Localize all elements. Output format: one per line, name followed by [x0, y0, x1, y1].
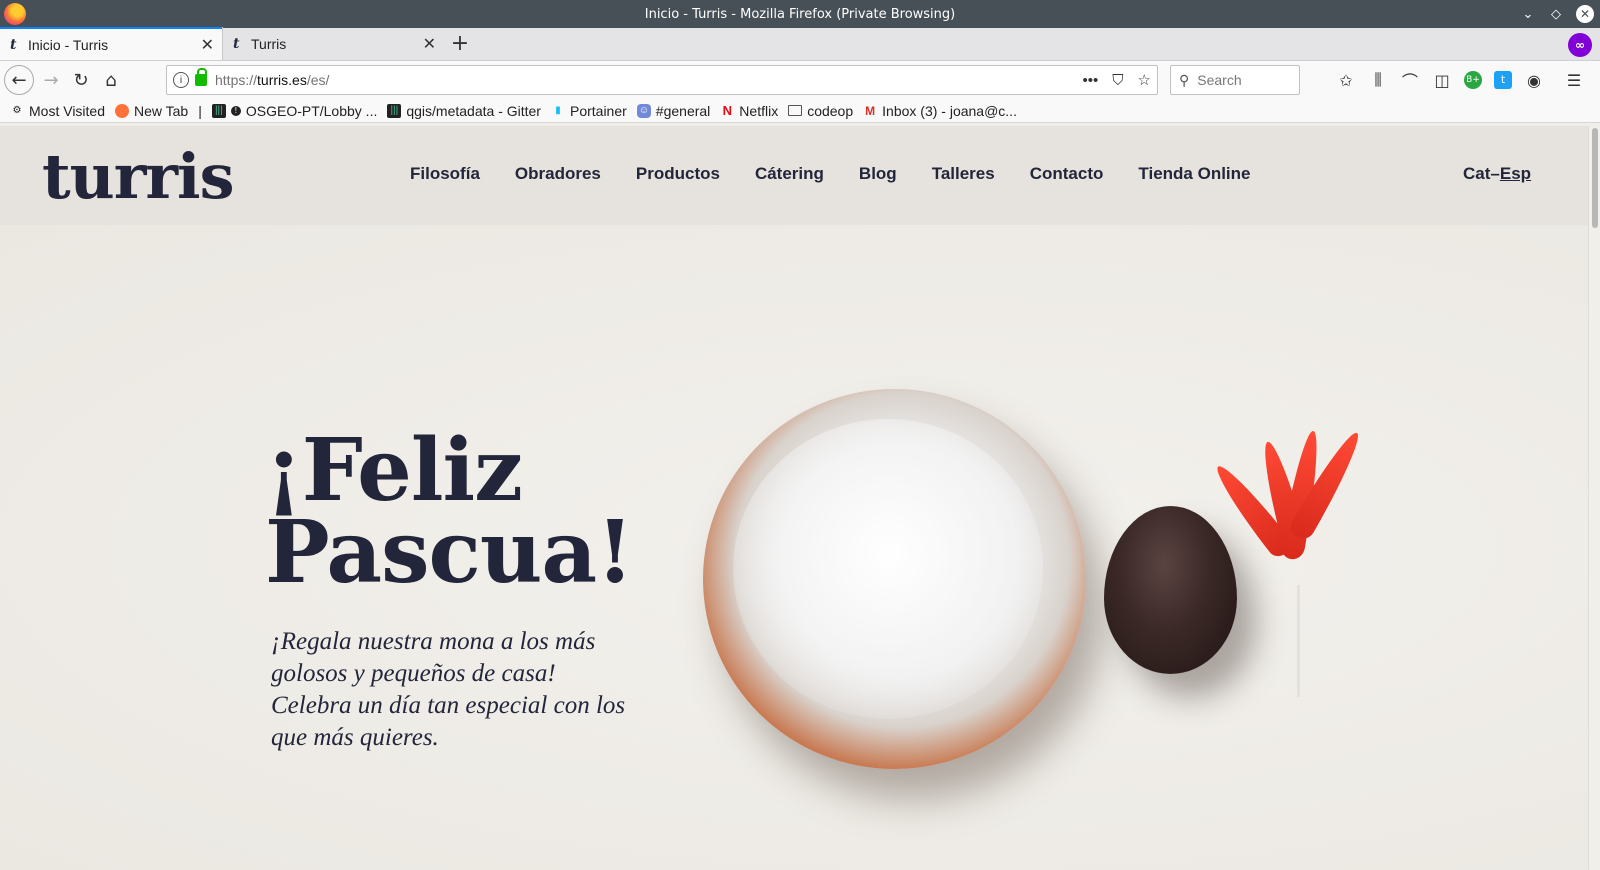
library-icon[interactable]: ⫼ [1368, 70, 1388, 90]
new-tab-button[interactable]: + [444, 27, 476, 60]
bookmarks-toolbar: ⚙ Most Visited New Tab | ||| ! OSGEO-PT/… [0, 99, 1600, 123]
page-viewport: turris Filosofía Obradores Productos Cát… [0, 126, 1588, 870]
navigation-toolbar: ← → ↻ ⌂ i https://turris.es/es/ ••• ⛉ ☆ … [0, 61, 1600, 99]
hero-banner: ¡Feliz Pascua! ¡Regala nuestra mona a lo… [0, 225, 1588, 870]
gitter-icon: ||| [211, 103, 226, 118]
turris-favicon-icon: t [233, 35, 240, 52]
lock-icon[interactable] [195, 68, 207, 86]
mona-cake-image [703, 389, 1086, 769]
bookmark-inbox[interactable]: M Inbox (3) - joana@c... [863, 103, 1017, 119]
page-scrollbar[interactable] [1588, 126, 1600, 870]
nav-contacto[interactable]: Contacto [1030, 164, 1104, 184]
window-title: Inicio - Turris - Mozilla Firefox (Priva… [644, 6, 956, 22]
search-placeholder: Search [1197, 72, 1242, 88]
gear-icon: ⚙ [12, 105, 22, 116]
tab-close-icon[interactable]: ✕ [423, 34, 436, 54]
bookmark-general[interactable]: ☺ #general [636, 102, 711, 119]
hero-title-line2: Pascua! [265, 502, 634, 603]
pocket-icon[interactable]: ⛉ [1112, 72, 1123, 89]
info-icon[interactable]: i [173, 72, 189, 88]
site-header: turris Filosofía Obradores Productos Cát… [0, 126, 1588, 225]
lang-cat[interactable]: Cat [1463, 164, 1490, 183]
nav-productos[interactable]: Productos [636, 164, 720, 184]
url-scheme: https:// [215, 72, 258, 88]
tab-label: Turris [251, 35, 287, 52]
portainer-icon: ▮ [555, 105, 561, 116]
bookmark-codeop[interactable]: codeop [788, 103, 853, 119]
url-host: turris.es [257, 72, 307, 88]
nav-filosofia[interactable]: Filosofía [410, 164, 480, 184]
nav-talleres[interactable]: Talleres [932, 164, 995, 184]
discord-icon: ☺ [636, 103, 651, 118]
window-close-icon[interactable]: ✕ [1576, 5, 1594, 23]
url-bar[interactable]: i https://turris.es/es/ ••• ⛉ ☆ [166, 65, 1158, 95]
bookmark-label: Netflix [739, 102, 779, 119]
lang-separator: – [1490, 164, 1500, 183]
nav-tienda-online[interactable]: Tienda Online [1138, 164, 1250, 184]
bookmark-new-tab[interactable]: New Tab [115, 103, 188, 119]
bookmark-label: New Tab [134, 102, 189, 119]
tab-close-icon[interactable]: ✕ [201, 35, 214, 55]
hero-title: ¡Feliz Pascua! [265, 428, 634, 596]
chocolate-egg-image [1104, 506, 1237, 674]
home-button[interactable]: ⌂ [96, 65, 126, 95]
bookmarks-menu-icon[interactable]: ✩ [1336, 71, 1356, 90]
bookmark-label: Portainer [569, 102, 627, 119]
bookmark-label: #general [655, 102, 711, 119]
bookmark-star-icon[interactable]: ☆ [1138, 71, 1151, 89]
bookmark-portainer[interactable]: ▮ Portainer [551, 103, 627, 119]
tab-strip: t Inicio - Turris ✕ t Turris ✕ + ∞ [0, 27, 1600, 61]
gmail-icon: M [865, 103, 876, 118]
extension-rainbow-icon[interactable]: ⌒ [1400, 68, 1420, 92]
feather-stick-image [1297, 585, 1300, 697]
folder-icon [788, 105, 803, 116]
bookmark-label: Most Visited [29, 102, 105, 119]
search-input[interactable]: ⚲ Search [1170, 65, 1300, 95]
turris-logo[interactable]: turris [42, 140, 235, 213]
bookmark-netflix[interactable]: N Netflix [720, 102, 779, 119]
hamburger-menu-icon[interactable]: ☰ [1564, 71, 1584, 90]
bookmark-label: Inbox (3) - joana@c... [882, 102, 1017, 119]
sidebar-icon[interactable]: ◫ [1432, 71, 1452, 90]
url-path: /es/ [306, 72, 330, 88]
maximize-icon[interactable]: ◇ [1548, 7, 1564, 22]
twitter-icon[interactable]: t [1494, 71, 1512, 89]
forward-button[interactable]: → [36, 65, 66, 95]
page-actions-icon[interactable]: ••• [1083, 72, 1099, 89]
alert-icon: ! [230, 105, 241, 116]
bookmark-label: codeop [807, 102, 854, 119]
private-browsing-icon: ∞ [1568, 33, 1592, 57]
hero-description: ¡Regala nuestra mona a los más golosos y… [271, 628, 626, 751]
gitter-icon: ||| [387, 103, 402, 118]
nav-obradores[interactable]: Obradores [515, 164, 601, 184]
search-icon: ⚲ [1179, 71, 1190, 88]
firefox-icon [115, 103, 129, 118]
window-titlebar: Inicio - Turris - Mozilla Firefox (Priva… [0, 0, 1600, 28]
bookmark-label: qgis/metadata - Gitter [406, 102, 541, 119]
account-icon[interactable]: ◉ [1524, 71, 1544, 90]
tab-label: Inicio - Turris [28, 36, 109, 53]
bookmark-qgis-metadata[interactable]: ||| qgis/metadata - Gitter [387, 103, 541, 119]
bookmark-most-visited[interactable]: ⚙ Most Visited [10, 103, 105, 119]
scrollbar-thumb[interactable] [1592, 128, 1598, 228]
lang-esp[interactable]: Esp [1500, 164, 1531, 183]
turris-favicon-icon: t [10, 36, 17, 53]
reload-button[interactable]: ↻ [66, 65, 96, 95]
firefox-logo-icon [4, 3, 26, 25]
language-switcher: Cat–Esp [1463, 164, 1531, 184]
bookmark-label: OSGEO-PT/Lobby ... [245, 102, 378, 119]
back-button[interactable]: ← [4, 65, 34, 95]
main-nav: Filosofía Obradores Productos Cátering B… [410, 164, 1285, 184]
nav-blog[interactable]: Blog [859, 164, 897, 184]
bookmark-separator: | [198, 102, 202, 119]
tab-turris[interactable]: t Turris ✕ [222, 27, 444, 60]
tab-inicio-turris[interactable]: t Inicio - Turris ✕ [0, 27, 222, 60]
bookmark-osgeo-lobby[interactable]: ||| ! OSGEO-PT/Lobby ... [211, 102, 378, 119]
extension-green-icon[interactable]: B+ [1464, 71, 1482, 89]
minimize-icon[interactable]: ⌄ [1520, 7, 1536, 22]
nav-catering[interactable]: Cátering [755, 164, 824, 184]
netflix-icon: N [722, 103, 732, 118]
